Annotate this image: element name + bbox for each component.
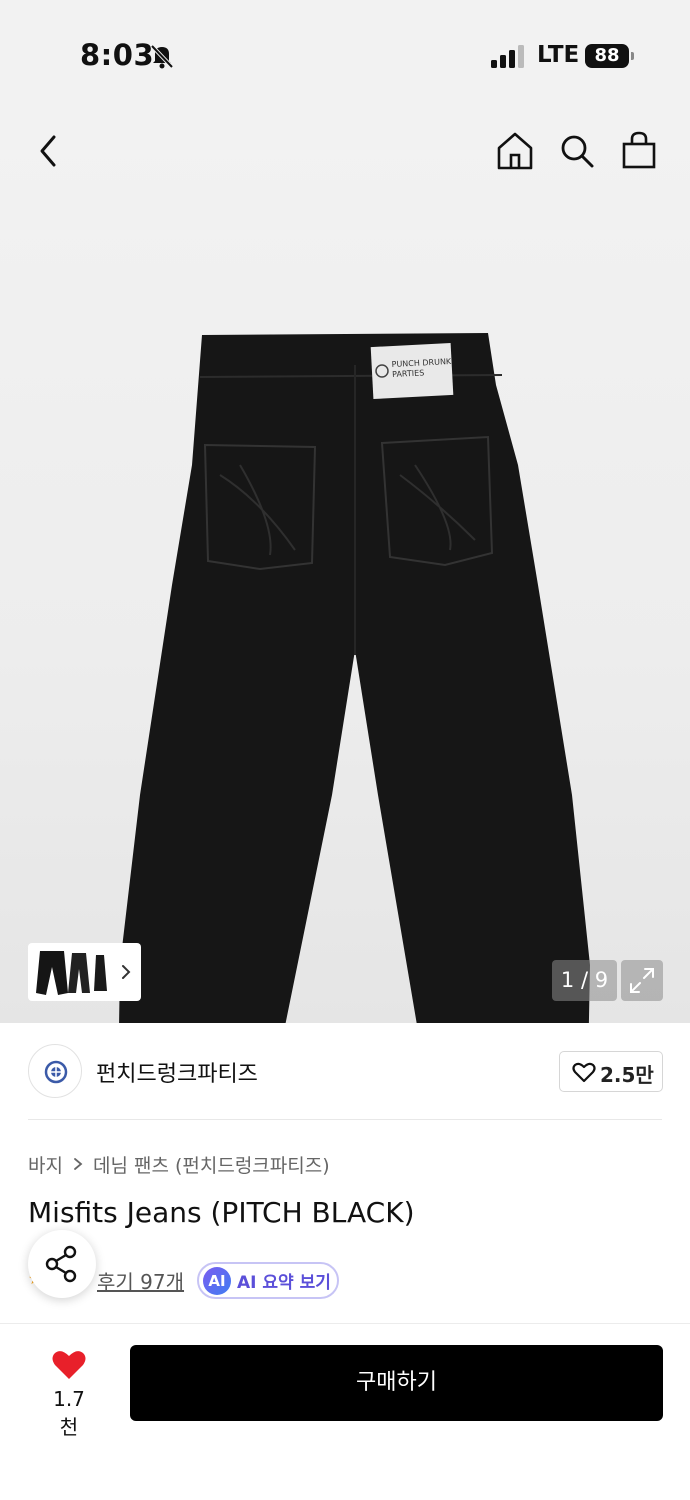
product-detail-screen: PUNCH DRUNK PARTIES 1 / 9 8:03 LTE 88 펀치…	[0, 0, 690, 1500]
image-counter: 1 / 9	[552, 960, 617, 1001]
status-time: 8:03	[80, 38, 155, 72]
product-image-gallery[interactable]: PUNCH DRUNK PARTIES 1 / 9	[0, 100, 690, 1023]
thumbnail-strip[interactable]	[28, 943, 141, 1001]
back-icon[interactable]	[30, 128, 70, 174]
brand-logo[interactable]	[28, 1044, 82, 1098]
expand-icon	[630, 968, 654, 993]
product-image: PUNCH DRUNK PARTIES	[119, 333, 590, 1023]
expand-button[interactable]	[621, 960, 663, 1001]
network-type: LTE	[537, 42, 580, 68]
chevron-right-icon	[74, 1158, 83, 1170]
chevron-right-icon	[122, 965, 131, 979]
share-button[interactable]	[28, 1230, 96, 1298]
battery-icon: 88	[585, 44, 634, 68]
brand-emblem-icon	[44, 1060, 68, 1084]
brand-like-count: 2.5만	[600, 1063, 654, 1087]
wish-count: 1.7천	[53, 1387, 85, 1439]
ai-badge-icon: AI	[203, 1266, 231, 1295]
home-icon[interactable]	[495, 130, 535, 172]
review-count-link[interactable]: 후기 97개	[97, 1266, 184, 1295]
ai-summary-button[interactable]: AI AI 요약 보기	[197, 1262, 339, 1299]
heart-outline-icon	[572, 1062, 596, 1083]
heart-filled-icon[interactable]	[51, 1348, 87, 1382]
brand-like-button[interactable]: 2.5만	[559, 1051, 663, 1092]
product-title: Misfits Jeans (PITCH BLACK)	[28, 1196, 415, 1229]
search-icon[interactable]	[558, 132, 596, 170]
bell-off-icon	[150, 44, 174, 69]
status-bar: 8:03 LTE 88	[0, 0, 690, 100]
breadcrumb-item-denim[interactable]: 데님 팬츠 (펀치드렁크파티즈)	[93, 1151, 330, 1178]
brand-name[interactable]: 펀치드렁크파티즈	[96, 1056, 258, 1088]
divider	[28, 1119, 662, 1120]
buy-button[interactable]: 구매하기	[130, 1345, 663, 1421]
signal-icon	[491, 45, 524, 68]
shopping-bag-icon[interactable]	[620, 130, 658, 170]
breadcrumb-item-pants[interactable]: 바지	[28, 1151, 63, 1178]
breadcrumb: 바지 데님 팬츠 (펀치드렁크파티즈)	[28, 1150, 330, 1178]
ai-summary-label: AI 요약 보기	[237, 1273, 331, 1293]
patch-label-line2: PARTIES	[392, 368, 425, 379]
share-icon	[45, 1245, 77, 1283]
